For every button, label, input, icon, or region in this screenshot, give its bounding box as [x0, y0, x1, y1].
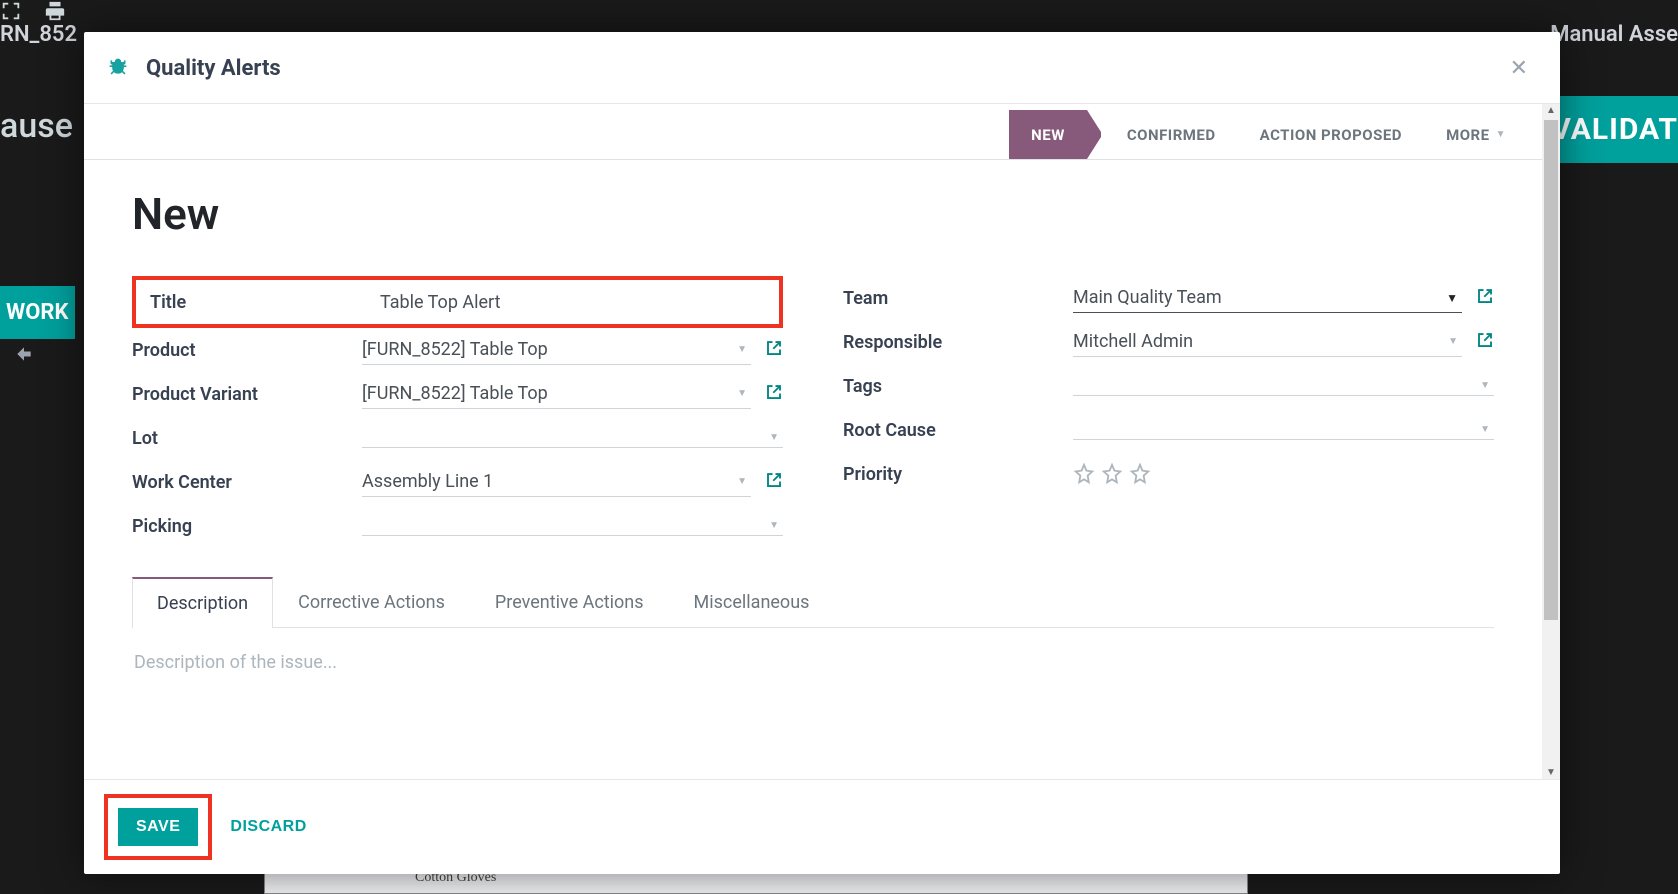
root-cause-select[interactable]: ▼ — [1073, 420, 1494, 440]
label-title: Title — [150, 292, 380, 313]
bg-nav-arrows — [14, 344, 34, 368]
responsible-select[interactable]: Mitchell Admin▼ — [1073, 327, 1462, 357]
tab-misc[interactable]: Miscellaneous — [669, 577, 835, 628]
modal-header: Quality Alerts ✕ — [84, 32, 1560, 104]
variant-external-link[interactable] — [765, 383, 783, 405]
priority-stars[interactable] — [1073, 463, 1151, 485]
notebook-tabs: Description Corrective Actions Preventiv… — [132, 576, 1494, 628]
page-title: New — [132, 188, 1494, 240]
label-root-cause: Root Cause — [843, 420, 1073, 441]
tab-preventive[interactable]: Preventive Actions — [470, 577, 669, 628]
status-bar: NEW CONFIRMED ACTION PROPOSED MORE▼ — [84, 104, 1542, 160]
save-highlight: SAVE — [104, 794, 212, 860]
star-icon — [1101, 463, 1123, 485]
bg-text: RN_852 — [0, 22, 77, 47]
status-new[interactable]: NEW — [1009, 110, 1087, 159]
tab-corrective[interactable]: Corrective Actions — [273, 577, 470, 628]
tab-content-description — [132, 628, 1494, 697]
label-priority: Priority — [843, 464, 1073, 485]
tags-select[interactable]: ▼ — [1073, 376, 1494, 396]
team-external-link[interactable] — [1476, 287, 1494, 309]
star-icon — [1073, 463, 1095, 485]
print-icon — [44, 0, 66, 22]
label-work-center: Work Center — [132, 472, 362, 493]
status-more[interactable]: MORE▼ — [1424, 110, 1528, 159]
scrollbar[interactable]: ▲ ▼ — [1542, 104, 1560, 779]
quality-alert-modal: Quality Alerts ✕ NEW CONFIRMED ACTION PR… — [84, 32, 1560, 874]
fullscreen-icon — [0, 0, 22, 22]
lot-select[interactable]: ▼ — [362, 428, 783, 448]
picking-select[interactable]: ▼ — [362, 516, 783, 536]
variant-select[interactable]: [FURN_8522] Table Top▼ — [362, 379, 751, 409]
modal-footer: SAVE DISCARD — [84, 779, 1560, 874]
responsible-external-link[interactable] — [1476, 331, 1494, 353]
product-select[interactable]: [FURN_8522] Table Top▼ — [362, 335, 751, 365]
modal-title: Quality Alerts — [146, 56, 281, 81]
status-confirmed[interactable]: CONFIRMED — [1105, 110, 1238, 159]
label-lot: Lot — [132, 428, 362, 449]
title-highlight: Title — [132, 276, 783, 328]
label-picking: Picking — [132, 516, 362, 537]
status-action-proposed[interactable]: ACTION PROPOSED — [1238, 110, 1424, 159]
bg-worksheet-fragment: Cotton Gloves — [264, 872, 1248, 894]
description-input[interactable] — [134, 652, 1492, 673]
bg-toolbar-icons — [0, 0, 1678, 22]
work-center-external-link[interactable] — [765, 471, 783, 493]
bg-text: ause — [0, 106, 73, 146]
title-input[interactable] — [380, 288, 769, 317]
discard-button[interactable]: DISCARD — [212, 808, 324, 846]
bg-text: Manual Asse — [1550, 22, 1678, 47]
bug-icon — [108, 57, 128, 81]
bg-work-button: WORK — [0, 286, 75, 339]
save-button[interactable]: SAVE — [118, 808, 198, 846]
work-center-select[interactable]: Assembly Line 1▼ — [362, 467, 751, 497]
team-select[interactable]: Main Quality Team▼ — [1073, 283, 1462, 313]
label-team: Team — [843, 288, 1073, 309]
label-responsible: Responsible — [843, 332, 1073, 353]
tab-description[interactable]: Description — [132, 577, 273, 628]
label-tags: Tags — [843, 376, 1073, 397]
label-variant: Product Variant — [132, 384, 362, 405]
star-icon — [1129, 463, 1151, 485]
product-external-link[interactable] — [765, 339, 783, 361]
close-button[interactable]: ✕ — [1506, 52, 1532, 85]
label-product: Product — [132, 340, 362, 361]
